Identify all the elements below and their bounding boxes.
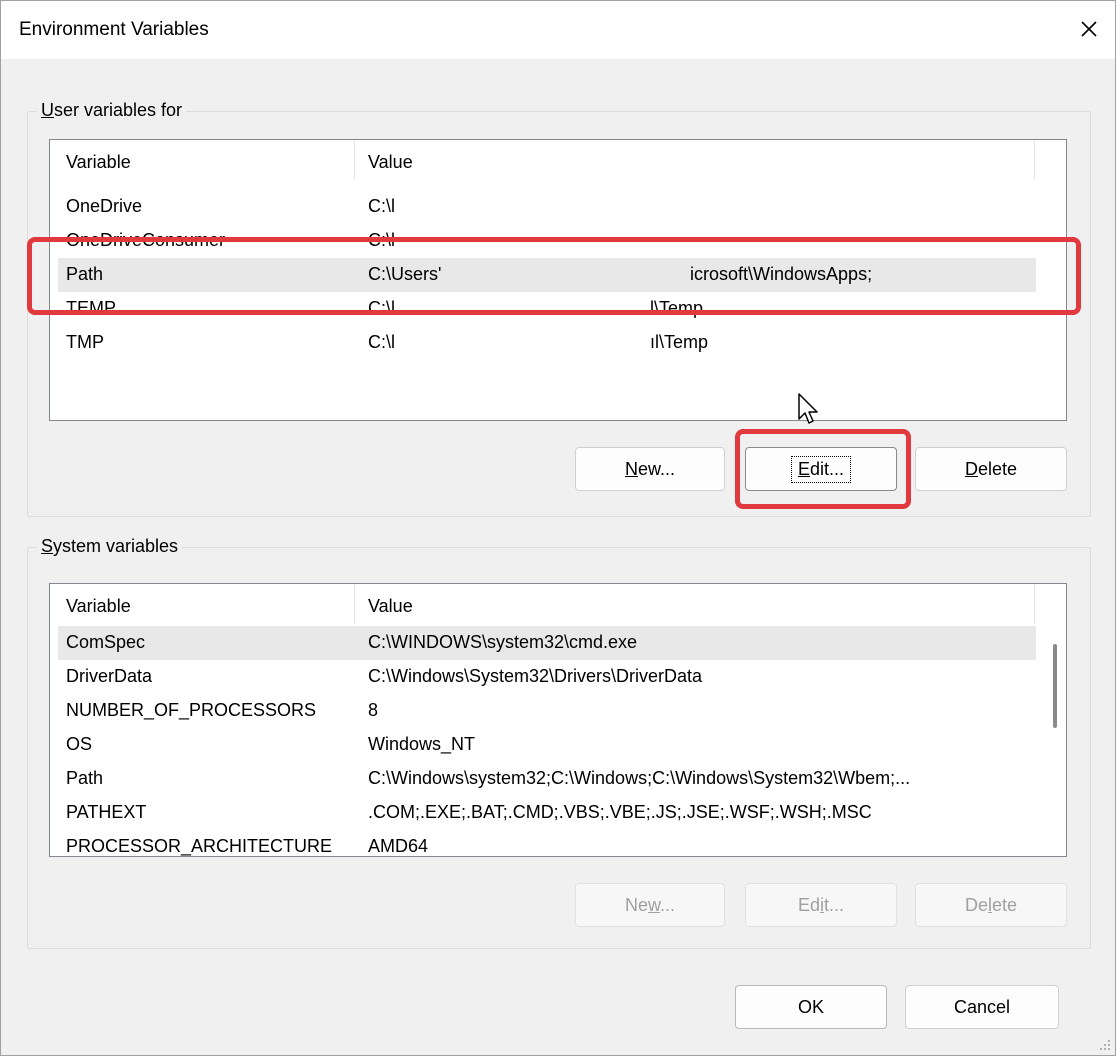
column-header-variable[interactable]: Variable (66, 152, 131, 173)
vertical-scrollbar[interactable] (1044, 624, 1066, 856)
variable-name: TMP (66, 332, 104, 352)
variable-name: Path (66, 264, 104, 284)
scrollbar-thumb[interactable] (1053, 644, 1057, 728)
variable-name: PATHEXT (66, 802, 147, 822)
variable-value: C:\l (368, 298, 395, 318)
variable-value: .COM;.EXE;.BAT;.CMD;.VBS;.VBE;.JS;.JSE;.… (368, 802, 872, 822)
system-edit-button[interactable]: Edit... (745, 883, 897, 927)
system-delete-button[interactable]: Delete (915, 883, 1067, 927)
mouse-pointer-icon (798, 393, 818, 424)
system-new-button[interactable]: New... (575, 883, 725, 927)
column-header-value[interactable]: Value (368, 152, 413, 173)
resize-grip-icon[interactable] (1097, 1037, 1111, 1051)
variable-value: C:\Users' (368, 264, 442, 284)
list-item[interactable]: TEMP C:\l l\Temp (58, 292, 1036, 326)
system-variables-label: System variables (37, 536, 183, 557)
variable-value: C:\l (368, 332, 395, 352)
variable-value-tail: ıl\Temp (650, 332, 709, 352)
variable-value: Windows_NT (368, 734, 476, 754)
list-item-selected[interactable]: Path C:\Users' icrosoft\WindowsApps; (58, 258, 1036, 292)
variable-name: Path (66, 768, 104, 788)
list-item[interactable]: DriverData C:\Windows\System32\Drivers\D… (58, 660, 1036, 694)
list-item[interactable]: PROCESSOR_ARCHITECTURE AMD64 (58, 830, 1036, 856)
list-item[interactable]: Path C:\Windows\system32;C:\Windows;C:\W… (58, 762, 1036, 796)
variable-value-tail: icrosoft\WindowsApps; (690, 264, 873, 284)
variable-name: DriverData (66, 666, 153, 686)
list-item-selected[interactable]: ComSpec C:\WINDOWS\system32\cmd.exe (58, 626, 1036, 660)
variable-value: 8 (368, 700, 379, 720)
variable-value: C:\WINDOWS\system32\cmd.exe (368, 632, 638, 652)
column-header-variable[interactable]: Variable (66, 596, 131, 617)
user-edit-button[interactable]: Edit... (745, 447, 897, 491)
environment-variables-dialog: Environment Variables User variables for… (0, 0, 1116, 1056)
variable-value: C:\l (368, 196, 395, 216)
close-icon (1081, 21, 1097, 37)
system-variables-list[interactable]: Variable Value ComSpec C:\WINDOWS\system… (49, 583, 1067, 857)
variable-value: C:\l (368, 230, 395, 250)
variable-name: OS (66, 734, 93, 754)
list-item[interactable]: PATHEXT .COM;.EXE;.BAT;.CMD;.VBS;.VBE;.J… (58, 796, 1036, 830)
list-item[interactable]: OS Windows_NT (58, 728, 1036, 762)
variable-name: ComSpec (66, 632, 146, 652)
variable-name: NUMBER_OF_PROCESSORS (66, 700, 317, 720)
user-new-button[interactable]: New... (575, 447, 725, 491)
variable-name: OneDriveConsumer (66, 230, 226, 250)
user-variables-label: User variables for (37, 100, 187, 121)
title-bar[interactable]: Environment Variables (1, 1, 1115, 59)
list-item[interactable]: TMP C:\l ıl\Temp (58, 326, 1036, 360)
list-item[interactable]: OneDriveConsumer C:\l (58, 224, 1036, 258)
user-delete-button[interactable]: Delete (915, 447, 1067, 491)
cancel-button[interactable]: Cancel (905, 985, 1059, 1029)
list-item[interactable]: OneDrive C:\l (58, 190, 1036, 224)
user-variables-list[interactable]: Variable Value OneDrive C:\l OneDriveCon… (49, 139, 1067, 421)
variable-value: AMD64 (368, 836, 429, 856)
list-item[interactable]: NUMBER_OF_PROCESSORS 8 (58, 694, 1036, 728)
variable-name: PROCESSOR_ARCHITECTURE (66, 836, 333, 856)
window-title: Environment Variables (19, 19, 209, 40)
ok-button[interactable]: OK (735, 985, 887, 1029)
variable-value: C:\Windows\system32;C:\Windows;C:\Window… (368, 768, 911, 788)
variable-name: OneDrive (66, 196, 143, 216)
variable-value-tail: l\Temp (650, 298, 704, 318)
column-header-value[interactable]: Value (368, 596, 413, 617)
variable-value: C:\Windows\System32\Drivers\DriverData (368, 666, 703, 686)
variable-name: TEMP (66, 298, 117, 318)
list-header: Variable Value (50, 584, 1066, 624)
close-button[interactable] (1069, 9, 1109, 49)
list-header: Variable Value (50, 140, 1066, 180)
